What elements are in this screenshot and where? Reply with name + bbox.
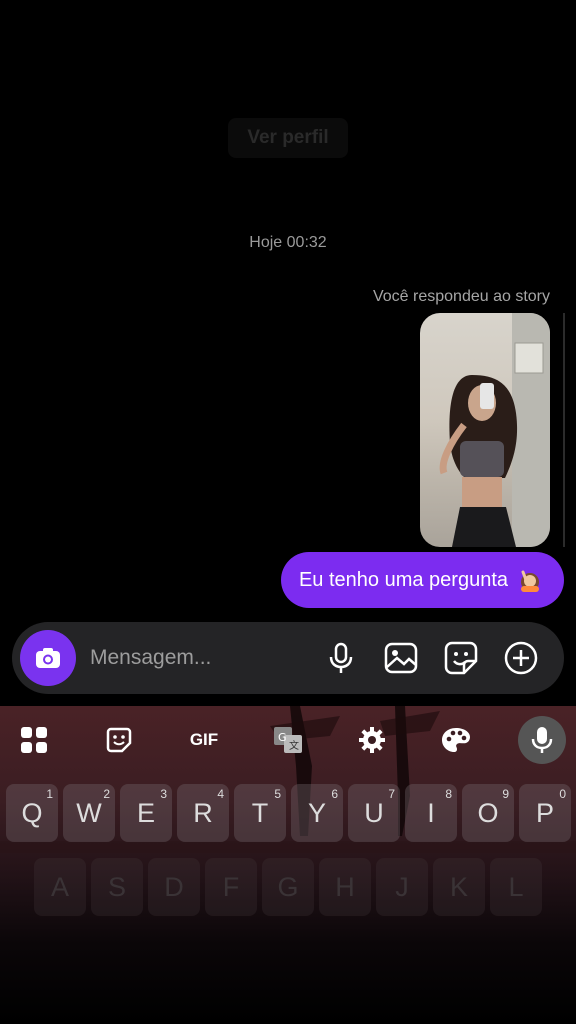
key-number: 9 — [502, 787, 509, 801]
message-composer: Mensagem... — [12, 622, 564, 694]
message-text: Eu tenho uma pergunta — [298, 568, 508, 591]
key-y[interactable]: Y6 — [291, 784, 343, 842]
key-label: P — [535, 797, 554, 828]
microphone-icon[interactable] — [324, 641, 358, 675]
scroll-indicator — [563, 313, 565, 547]
key-w[interactable]: W2 — [63, 784, 115, 842]
key-label: I — [427, 797, 435, 828]
gif-button[interactable]: GIF — [183, 720, 225, 760]
key-number: 5 — [274, 787, 281, 801]
theme-palette-icon[interactable] — [436, 720, 476, 760]
key-h[interactable]: H — [319, 858, 371, 916]
story-thumbnail[interactable] — [420, 313, 550, 547]
sticker-icon[interactable] — [444, 641, 478, 675]
key-number: 4 — [217, 787, 224, 801]
camera-button[interactable] — [20, 630, 76, 686]
key-label: T — [251, 797, 269, 828]
key-q[interactable]: Q1 — [6, 784, 58, 842]
key-f[interactable]: F — [205, 858, 257, 916]
key-label: R — [193, 797, 213, 828]
key-i[interactable]: I8 — [405, 784, 457, 842]
key-number: 6 — [331, 787, 338, 801]
key-t[interactable]: T5 — [234, 784, 286, 842]
keyboard-toolbar: GIF G 文 — [0, 706, 576, 770]
key-k[interactable]: K — [433, 858, 485, 916]
translate-icon[interactable]: G 文 — [268, 720, 308, 760]
story-reply-label: Você respondeu ao story — [372, 288, 550, 305]
key-o[interactable]: O9 — [462, 784, 514, 842]
emoji-sticker-icon[interactable] — [99, 720, 139, 760]
key-number: 2 — [103, 787, 110, 801]
key-label: E — [136, 797, 155, 828]
key-j[interactable]: J — [376, 858, 428, 916]
svg-text:G: G — [278, 731, 287, 744]
key-u[interactable]: U7 — [348, 784, 400, 842]
chat-timestamp: Hoje 00:32 — [249, 234, 327, 251]
ver-perfil-button[interactable]: Ver perfil — [228, 118, 348, 158]
key-a[interactable]: A — [34, 858, 86, 916]
keyboard: GIF G 文 Q 1 W 2 E 3 R 4 T 5 Y 6 U 7 I 8 … — [0, 706, 576, 1024]
apps-grid-icon[interactable] — [14, 720, 54, 760]
camera-icon — [36, 648, 60, 668]
key-label: O — [477, 797, 499, 828]
key-label: W — [76, 797, 102, 828]
key-r[interactable]: R4 — [177, 784, 229, 842]
key-number: 7 — [388, 787, 395, 801]
message-bubble[interactable]: Eu tenho uma pergunta — [280, 552, 564, 608]
key-d[interactable]: D — [148, 858, 200, 916]
microphone-icon — [531, 727, 553, 753]
key-label: Q — [21, 797, 43, 828]
key-s[interactable]: S — [91, 858, 143, 916]
raising-hand-emoji-icon — [518, 568, 542, 592]
story-photo-illustration — [439, 313, 550, 547]
add-icon[interactable] — [504, 641, 538, 675]
key-label: Y — [307, 797, 326, 828]
key-g[interactable]: G — [262, 858, 314, 916]
key-number: 8 — [445, 787, 452, 801]
svg-text:文: 文 — [289, 739, 299, 752]
image-icon[interactable] — [384, 641, 418, 675]
settings-gear-icon[interactable] — [352, 720, 392, 760]
message-input[interactable]: Mensagem... — [90, 646, 324, 670]
key-p[interactable]: P0 — [519, 784, 571, 842]
key-l[interactable]: L — [490, 858, 542, 916]
key-number: 0 — [559, 787, 566, 801]
voice-input-button[interactable] — [518, 716, 566, 764]
key-label: U — [364, 797, 384, 828]
key-number: 3 — [160, 787, 167, 801]
key-e[interactable]: E3 — [120, 784, 172, 842]
key-number: 1 — [46, 787, 53, 801]
